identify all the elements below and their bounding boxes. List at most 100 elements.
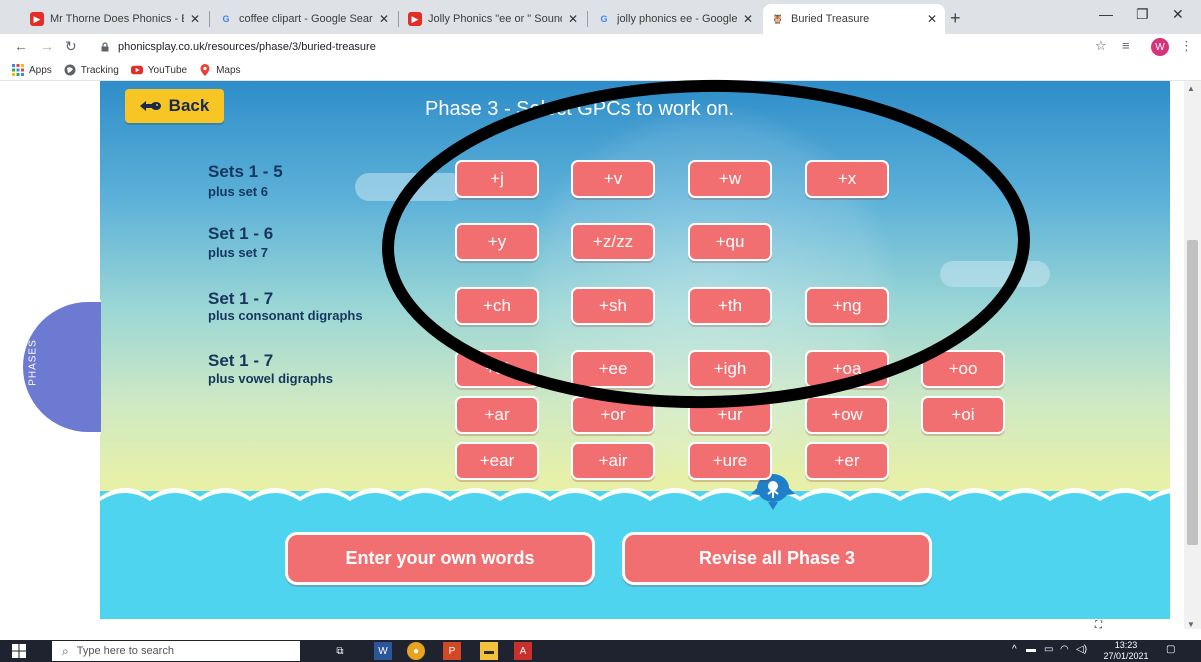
file-explorer-icon[interactable]: ▬ <box>480 642 498 660</box>
close-icon[interactable]: ✕ <box>743 12 753 26</box>
bookmark-label: Tracking <box>80 64 119 76</box>
notifications-icon[interactable]: ▢ <box>1166 644 1175 655</box>
phases-tab-label: PHASES <box>27 339 39 386</box>
scroll-down-icon[interactable]: ▼ <box>1187 620 1195 629</box>
task-view-icon[interactable]: ⧉ <box>331 642 349 660</box>
taskbar-search-box[interactable]: ⌕ Type here to search <box>52 641 300 661</box>
gpc-button-or[interactable]: +or <box>571 396 655 434</box>
gpc-button-sh[interactable]: +sh <box>571 287 655 325</box>
battery-icon[interactable]: ▭ <box>1044 644 1053 655</box>
gpc-button-igh[interactable]: +igh <box>688 350 772 388</box>
powerpoint-app-icon[interactable]: P <box>443 642 461 660</box>
network-icon[interactable]: ▬ <box>1026 644 1036 655</box>
gpc-button-qu[interactable]: +qu <box>688 223 772 261</box>
bookmark-youtube[interactable]: YouTube <box>130 64 187 76</box>
volume-icon[interactable]: ◁) <box>1076 644 1087 655</box>
back-arrow-icon[interactable]: ← <box>14 38 28 54</box>
back-button[interactable]: Back <box>125 89 224 123</box>
acrobat-app-icon[interactable]: A <box>514 642 532 660</box>
minimize-icon[interactable]: — <box>1099 6 1113 22</box>
bookmark-maps[interactable]: Maps <box>199 64 241 76</box>
browser-tab-4[interactable]: G jolly phonics ee - Google Search ✕ <box>589 4 761 34</box>
search-placeholder: Type here to search <box>76 645 174 657</box>
tab-title: coffee clipart - Google Search <box>239 13 373 25</box>
browser-tab-3[interactable]: ▶ Jolly Phonics "ee or " Sounds - Yo ✕ <box>400 4 586 34</box>
browser-tab-1[interactable]: ▶ Mr Thorne Does Phonics - Episo ✕ <box>22 4 208 34</box>
gpc-button-v[interactable]: +v <box>571 160 655 198</box>
menu-icon[interactable]: ⋮ <box>1180 38 1193 54</box>
owl-icon: 🦉 <box>772 13 784 24</box>
browser-tab-active[interactable]: 🦉 Buried Treasure ✕ <box>763 4 945 34</box>
close-icon[interactable]: ✕ <box>190 12 200 26</box>
gpc-button-ure[interactable]: +ure <box>688 442 772 480</box>
bookmark-apps[interactable]: Apps <box>12 64 52 76</box>
url-text: phonicsplay.co.uk/resources/phase/3/buri… <box>118 41 376 53</box>
windows-start-icon[interactable] <box>12 644 26 658</box>
restore-icon[interactable]: ❐ <box>1136 6 1149 23</box>
window-close-icon[interactable]: ✕ <box>1172 6 1184 23</box>
close-icon[interactable]: ✕ <box>568 12 578 26</box>
forward-arrow-icon[interactable]: → <box>40 38 54 54</box>
set-subtitle: plus consonant digraphs <box>208 308 363 323</box>
gpc-button-x[interactable]: +x <box>805 160 889 198</box>
chrome-app-icon[interactable]: ● <box>407 642 425 660</box>
set-title: Sets 1 - 5 <box>208 162 283 181</box>
youtube-icon: ▶ <box>408 12 422 26</box>
fish-arrow-icon <box>139 100 162 112</box>
google-icon: G <box>600 14 608 24</box>
gpc-button-ai[interactable]: +ai <box>455 350 539 388</box>
tray-chevron-icon[interactable]: ^ <box>1012 644 1017 655</box>
fullscreen-icon[interactable]: ⛶ <box>1095 620 1102 631</box>
gpc-button-air[interactable]: +air <box>571 442 655 480</box>
revise-all-phase-3-button[interactable]: Revise all Phase 3 <box>622 532 932 585</box>
bookmark-tracking[interactable]: Tracking <box>64 64 119 76</box>
gpc-button-y[interactable]: +y <box>455 223 539 261</box>
waves <box>100 488 1170 509</box>
gpc-button-ear[interactable]: +ear <box>455 442 539 480</box>
scrollbar-thumb[interactable] <box>1187 240 1198 545</box>
search-icon: ⌕ <box>62 643 69 658</box>
gpc-button-ng[interactable]: +ng <box>805 287 889 325</box>
tab-title: jolly phonics ee - Google Search <box>617 13 737 25</box>
gpc-button-ch[interactable]: +ch <box>455 287 539 325</box>
reading-list-icon[interactable]: ≡ <box>1122 38 1130 53</box>
bookmarks-bar: Apps Tracking YouTube Maps <box>0 60 1201 81</box>
browser-tab-2[interactable]: G coffee clipart - Google Search ✕ <box>211 4 397 34</box>
close-icon[interactable]: ✕ <box>927 12 937 26</box>
reload-icon[interactable]: ↻ <box>65 38 77 55</box>
wifi-icon[interactable]: ◠ <box>1060 644 1069 655</box>
gpc-button-w[interactable]: +w <box>688 160 772 198</box>
set-title: Set 1 - 6 <box>208 224 274 243</box>
lock-icon <box>100 42 110 52</box>
tab-title: Mr Thorne Does Phonics - Episo <box>50 13 184 25</box>
enter-own-words-button[interactable]: Enter your own words <box>285 532 595 585</box>
taskbar-clock[interactable]: 13:23 27/01/2021 <box>1098 640 1154 662</box>
back-label: Back <box>168 96 210 115</box>
gpc-button-ee[interactable]: +ee <box>571 350 655 388</box>
gpc-button-oo[interactable]: +oo <box>921 350 1005 388</box>
clock-date: 27/01/2021 <box>1103 651 1149 661</box>
bookmark-star-icon[interactable]: ☆ <box>1095 38 1107 54</box>
address-bar[interactable]: phonicsplay.co.uk/resources/phase/3/buri… <box>100 37 1080 57</box>
close-icon[interactable]: ✕ <box>379 12 389 26</box>
new-tab-icon[interactable]: + <box>950 8 961 29</box>
tab-title: Jolly Phonics "ee or " Sounds - Yo <box>428 13 562 25</box>
gpc-button-th[interactable]: +th <box>688 287 772 325</box>
word-app-icon[interactable]: W <box>374 642 392 660</box>
gpc-button-oi[interactable]: +oi <box>921 396 1005 434</box>
bookmark-label: Maps <box>216 64 241 76</box>
gpc-button-ar[interactable]: +ar <box>455 396 539 434</box>
scroll-up-icon[interactable]: ▲ <box>1187 84 1195 93</box>
cloud <box>940 261 1050 287</box>
gpc-button-ow[interactable]: +ow <box>805 396 889 434</box>
gpc-button-oa[interactable]: +oa <box>805 350 889 388</box>
gpc-button-er[interactable]: +er <box>805 442 889 480</box>
gpc-button-j[interactable]: +j <box>455 160 539 198</box>
youtube-icon <box>130 64 143 76</box>
apps-grid-icon <box>12 64 24 76</box>
gpc-button-z-zz[interactable]: +z/zz <box>571 223 655 261</box>
bookmark-label: Apps <box>29 64 52 76</box>
clock-time: 13:23 <box>1114 640 1138 650</box>
profile-avatar[interactable]: W <box>1151 38 1169 56</box>
gpc-button-ur[interactable]: +ur <box>688 396 772 434</box>
